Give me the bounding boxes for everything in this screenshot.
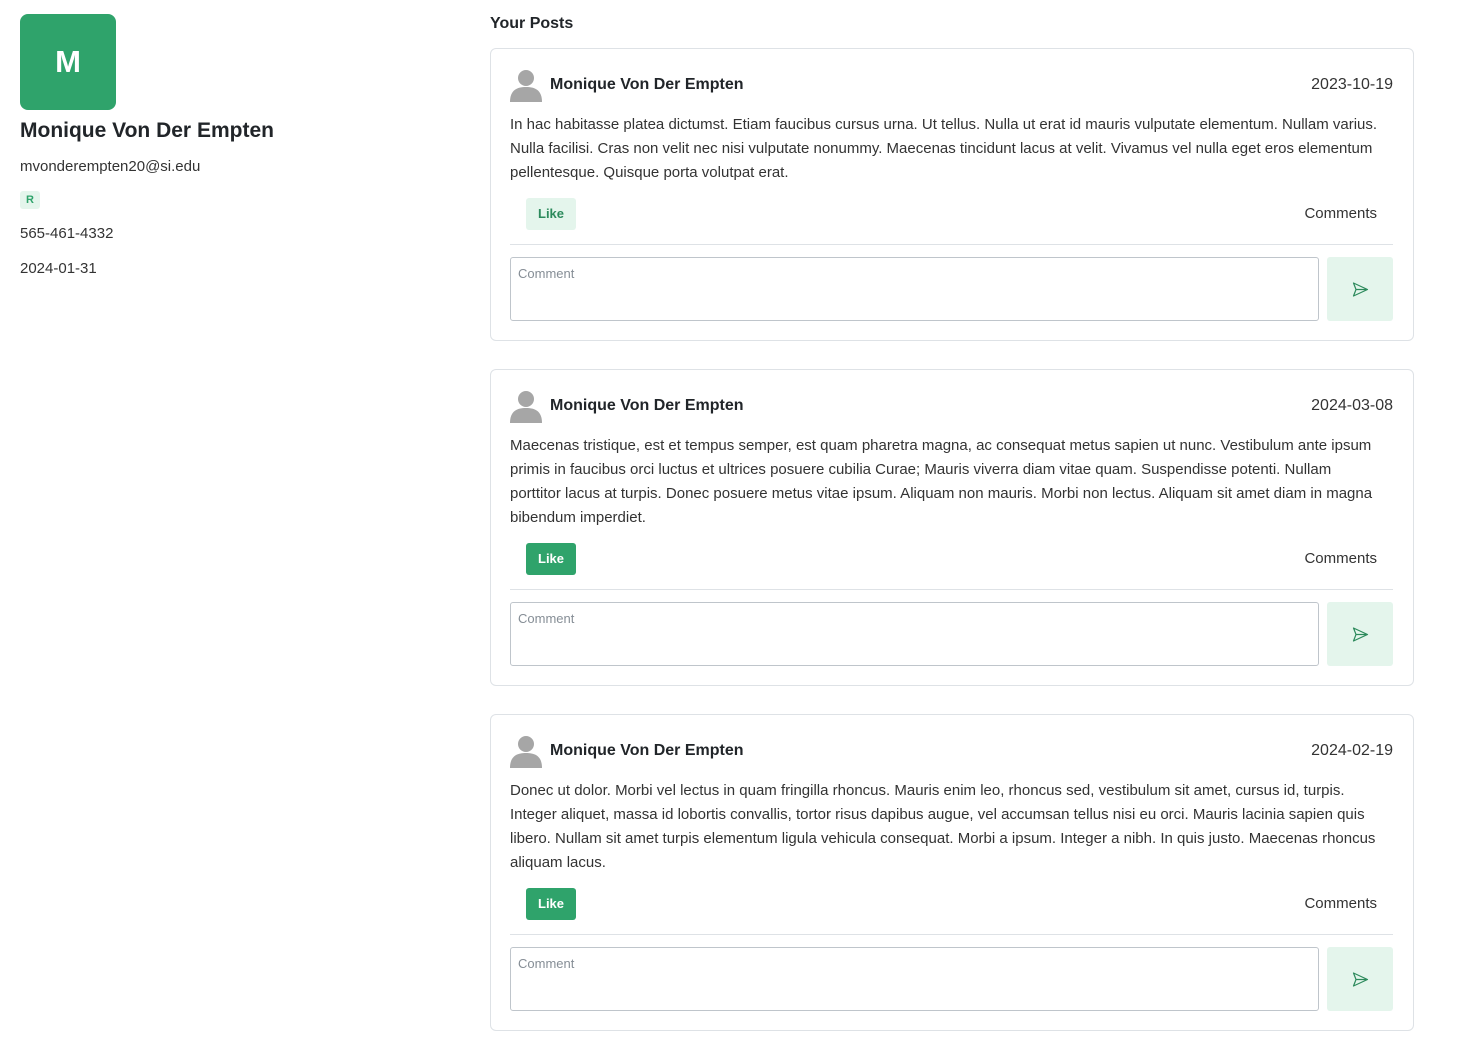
user-silhouette-icon [510,736,542,768]
post-date: 2024-03-08 [1311,397,1393,414]
send-icon [1352,626,1368,642]
like-button[interactable]: Like [526,887,577,920]
post-actions: Like Comments [510,542,1393,575]
post-author: Monique Von Der Empten [510,68,743,102]
like-button[interactable]: Like [526,542,577,575]
post-body: Donec ut dolor. Morbi vel lectus in quam… [510,782,1376,871]
post-date: 2023-10-19 [1311,76,1393,93]
profile-name: Monique Von Der Empten [20,119,274,142]
post-body: Maecenas tristique, est et tempus semper… [510,437,1373,526]
divider [510,589,1393,590]
comments-link[interactable]: Comments [1304,205,1377,222]
posts-section-title: Your Posts [490,15,574,32]
send-icon [1352,281,1368,297]
post-author-name: Monique Von Der Empten [550,742,744,759]
comment-row [510,947,1393,1011]
post-author-name: Monique Von Der Empten [550,397,744,414]
post-header: Monique Von Der Empten 2024-02-19 [510,733,1393,769]
user-silhouette-icon [510,70,542,102]
comment-row [510,602,1393,666]
posts-list: Monique Von Der Empten 2023-10-19 In hac… [490,48,1414,1059]
send-comment-button[interactable] [1327,602,1393,666]
like-button[interactable]: Like [526,197,577,230]
post-header: Monique Von Der Empten 2024-03-08 [510,388,1393,424]
profile-email: mvonderempten20@si.edu [20,158,201,175]
comment-input[interactable] [510,947,1319,1011]
profile-date: 2024-01-31 [20,260,97,277]
role-badge: R [20,191,40,209]
post-actions: Like Comments [510,887,1393,920]
post-body: In hac habitasse platea dictumst. Etiam … [510,116,1378,181]
comments-link[interactable]: Comments [1304,550,1377,567]
avatar: M [20,14,116,110]
send-icon [1352,971,1368,987]
divider [510,934,1393,935]
user-silhouette-icon [510,391,542,423]
post-actions: Like Comments [510,197,1393,230]
send-comment-button[interactable] [1327,257,1393,321]
comments-link[interactable]: Comments [1304,895,1377,912]
comment-row [510,257,1393,321]
send-comment-button[interactable] [1327,947,1393,1011]
post-date: 2024-02-19 [1311,742,1393,759]
post-author: Monique Von Der Empten [510,389,743,423]
post-header: Monique Von Der Empten 2023-10-19 [510,67,1393,103]
post-card: Monique Von Der Empten 2024-02-19 Donec … [490,714,1414,1031]
post-card: Monique Von Der Empten 2023-10-19 In hac… [490,48,1414,341]
divider [510,244,1393,245]
post-author-name: Monique Von Der Empten [550,76,744,93]
profile-panel: M Monique Von Der Empten mvonderempten20… [20,14,440,277]
post-author: Monique Von Der Empten [510,734,743,768]
comment-input[interactable] [510,602,1319,666]
profile-phone: 565-461-4332 [20,225,114,242]
avatar-letter: M [55,44,81,79]
comment-input[interactable] [510,257,1319,321]
post-card: Monique Von Der Empten 2024-03-08 Maecen… [490,369,1414,686]
